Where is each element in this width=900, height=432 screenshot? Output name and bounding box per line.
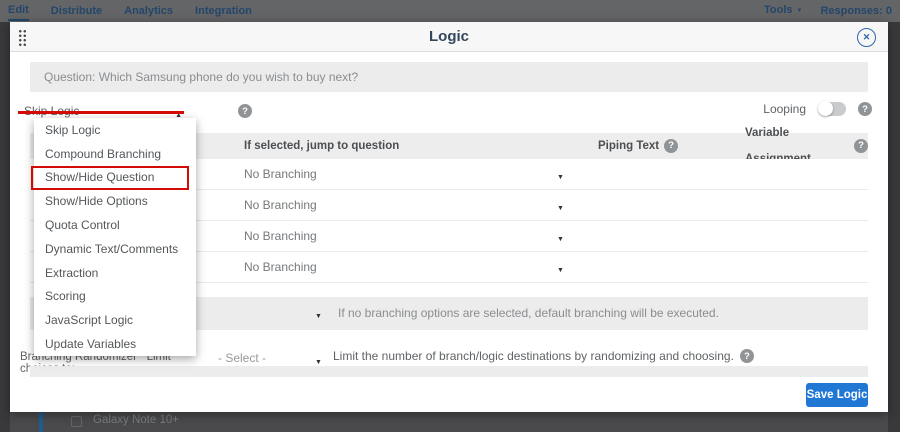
menu-item-quota-control[interactable]: Quota Control bbox=[34, 213, 196, 237]
menu-item-show-hide-options[interactable]: Show/Hide Options bbox=[34, 189, 196, 213]
top-nav: Edit Distribute Analytics Integration To… bbox=[0, 0, 900, 22]
menu-item-update-variables[interactable]: Update Variables bbox=[34, 332, 196, 356]
header-jump-to-question: If selected, jump to question bbox=[244, 133, 399, 159]
annotation-underline bbox=[18, 111, 184, 114]
top-nav-right: Tools Responses: 0 bbox=[764, 1, 892, 21]
nav-tab-analytics[interactable]: Analytics bbox=[124, 2, 173, 20]
question-label: Question: Which Samsung phone do you wis… bbox=[30, 62, 868, 92]
modal-header: Logic bbox=[10, 22, 888, 52]
menu-item-extraction[interactable]: Extraction bbox=[34, 261, 196, 285]
default-branching-note: If no branching options are selected, de… bbox=[338, 297, 719, 330]
randomizer-help-icon[interactable] bbox=[740, 349, 754, 363]
menu-item-scoring[interactable]: Scoring bbox=[34, 285, 196, 309]
branching-select-value[interactable]: No Branching bbox=[244, 221, 317, 252]
app-screen: Edit Distribute Analytics Integration To… bbox=[0, 0, 900, 432]
nav-tab-distribute[interactable]: Distribute bbox=[51, 2, 102, 20]
piping-help-icon[interactable] bbox=[664, 139, 678, 153]
chevron-down-icon[interactable] bbox=[557, 221, 564, 255]
menu-item-skip-logic[interactable]: Skip Logic bbox=[34, 118, 196, 142]
modal-title: Logic bbox=[10, 22, 888, 52]
overlay-left-edge bbox=[0, 22, 10, 432]
chevron-down-icon[interactable] bbox=[557, 159, 564, 193]
logic-type-help-icon[interactable] bbox=[238, 104, 252, 118]
answer-option-label: Galaxy Note 10+ bbox=[93, 414, 179, 426]
menu-item-compound-branching[interactable]: Compound Branching bbox=[34, 142, 196, 166]
header-piping-text-label: Piping Text bbox=[598, 133, 659, 159]
menu-item-javascript-logic[interactable]: JavaScript Logic bbox=[34, 308, 196, 332]
looping-control: Looping bbox=[763, 102, 872, 116]
save-logic-button[interactable]: Save Logic bbox=[806, 383, 868, 407]
chevron-down-icon[interactable] bbox=[315, 297, 322, 333]
annotation-highlight-box bbox=[31, 166, 189, 190]
branching-select-value[interactable]: No Branching bbox=[244, 159, 317, 190]
branching-select-value[interactable]: No Branching bbox=[244, 190, 317, 221]
looping-help-icon[interactable] bbox=[858, 102, 872, 116]
looping-label: Looping bbox=[763, 102, 806, 116]
overlay-right-edge bbox=[888, 22, 900, 432]
randomizer-note-text: Limit the number of branch/logic destina… bbox=[333, 349, 734, 363]
section-divider bbox=[30, 366, 868, 377]
tools-menu[interactable]: Tools bbox=[764, 1, 802, 21]
close-icon[interactable] bbox=[857, 28, 876, 47]
header-piping-text: Piping Text bbox=[598, 133, 678, 159]
header-variable-assignment: Variable Assignment bbox=[745, 133, 868, 159]
logic-type-dropdown-menu: Skip Logic Compound Branching Show/Hide … bbox=[34, 118, 196, 356]
chevron-down-icon[interactable] bbox=[557, 252, 564, 286]
question-accent-bar bbox=[39, 412, 43, 432]
responses-count: Responses: 0 bbox=[820, 2, 892, 20]
randomizer-select[interactable]: - Select - bbox=[218, 351, 266, 365]
menu-item-dynamic-text-comments[interactable]: Dynamic Text/Comments bbox=[34, 237, 196, 261]
branching-select-value[interactable]: No Branching bbox=[244, 252, 317, 283]
randomizer-note: Limit the number of branch/logic destina… bbox=[333, 349, 754, 363]
chevron-down-icon[interactable] bbox=[557, 190, 564, 224]
top-nav-left: Edit Distribute Analytics Integration bbox=[8, 1, 252, 21]
nav-tab-integration[interactable]: Integration bbox=[195, 2, 252, 20]
nav-tab-edit[interactable]: Edit bbox=[8, 1, 29, 21]
looping-toggle[interactable] bbox=[818, 102, 846, 116]
answer-checkbox bbox=[71, 416, 82, 427]
variable-help-icon[interactable] bbox=[854, 139, 868, 153]
